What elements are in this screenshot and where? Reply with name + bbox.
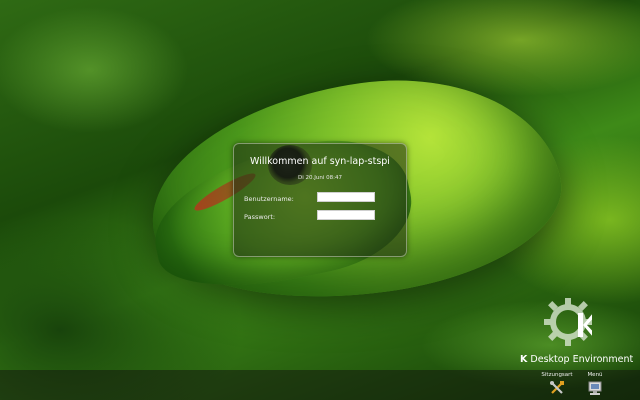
kde-k-letter: K bbox=[520, 354, 528, 365]
tools-icon bbox=[550, 381, 564, 394]
password-input[interactable] bbox=[317, 210, 375, 220]
login-datetime: Di 20.Juni 08:47 bbox=[298, 175, 342, 181]
kde-wordmark: K Desktop Environment bbox=[520, 354, 633, 365]
session-type-label: Sitzungsart bbox=[541, 372, 573, 378]
login-title: Willkommen auf syn-lap-stspi bbox=[250, 156, 390, 167]
username-input[interactable] bbox=[317, 192, 375, 202]
username-label: Benutzername: bbox=[244, 195, 294, 203]
login-panel: Willkommen auf syn-lap-stspi Di 20.Juni … bbox=[233, 143, 407, 257]
kde-branding: K Desktop Environment bbox=[520, 292, 640, 367]
bottom-bar: Sitzungsart Menü bbox=[0, 370, 640, 400]
session-type-button[interactable]: Sitzungsart bbox=[537, 372, 577, 396]
kde-gear-logo-icon bbox=[544, 298, 592, 346]
kde-wordmark-rest: Desktop Environment bbox=[530, 354, 634, 365]
computer-icon bbox=[588, 381, 602, 395]
menu-label: Menü bbox=[587, 372, 603, 378]
password-label: Passwort: bbox=[244, 213, 276, 221]
menu-button[interactable]: Menü bbox=[575, 372, 615, 396]
